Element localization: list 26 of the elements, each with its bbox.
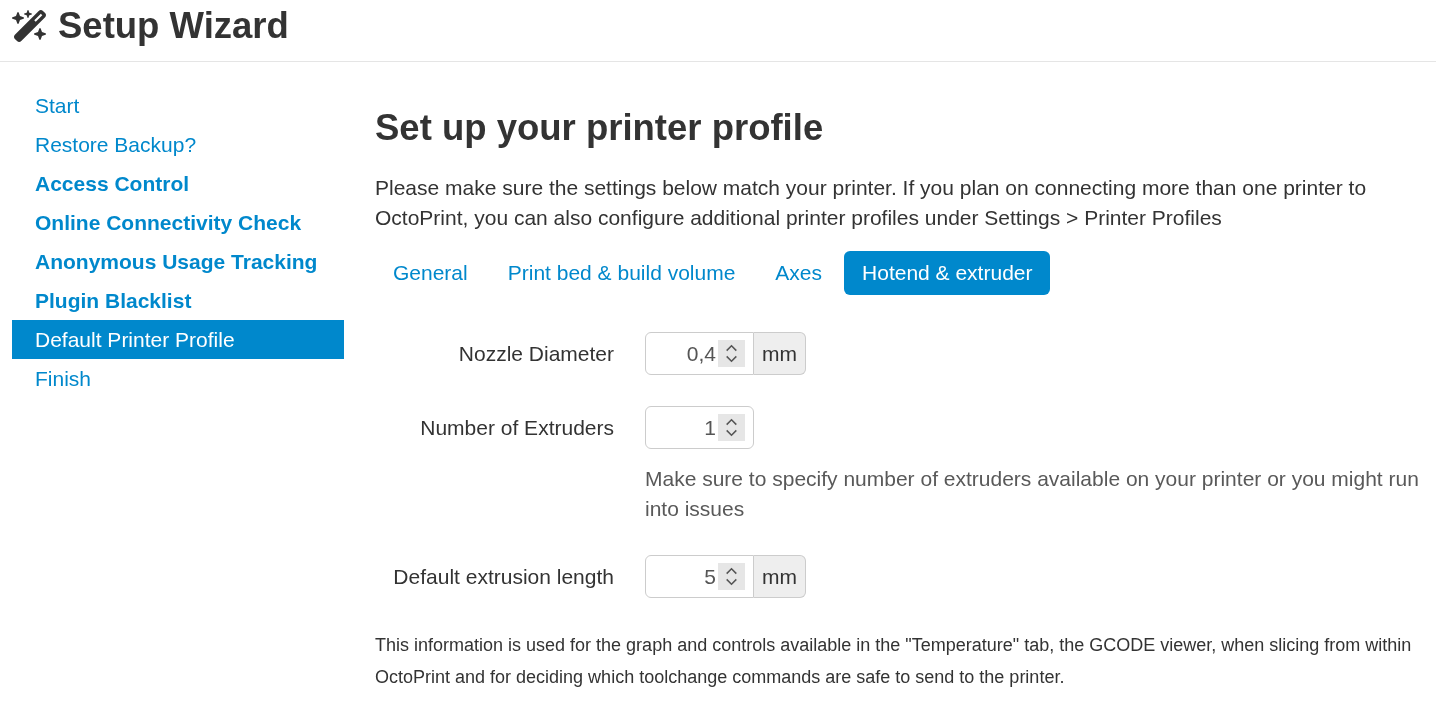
spinner-icon[interactable] (718, 414, 745, 441)
intro-text: Please make sure the settings below match your printer. If you plan on connecting more than one printer to OctoPrint, you can also configure additional printer profiles under Settings > Printer Profiles (375, 175, 1368, 231)
sidebar-item[interactable]: Plugin Blacklist (12, 281, 344, 320)
sidebar-item[interactable]: Online Connectivity Check (12, 203, 344, 242)
sidebar-item[interactable]: Default Printer Profile (12, 320, 344, 359)
info-note: This information is used for the graph and controls available in the "Temperature" tab, the GCODE viewer, when slicing from within OctoPrint and for deciding which toolchange commands are safe to send to the printer. (375, 634, 1413, 689)
help-text: Make sure to specify number of extruders available on your printer or you might run into issues (645, 466, 1420, 522)
tab[interactable]: Axes (757, 251, 841, 295)
unit-addon: mm (754, 555, 806, 598)
spinner-icon[interactable] (718, 340, 745, 367)
tab[interactable]: Hotend & extruder (844, 251, 1051, 295)
field-label: Nozzle Diameter (457, 341, 614, 366)
page-title: Setup Wizard (58, 3, 289, 48)
section-heading: Set up your printer profile (375, 108, 825, 148)
field-label: Number of Extruders (419, 415, 614, 440)
magic-wand-icon (12, 7, 48, 44)
tab[interactable]: General (375, 251, 486, 295)
sidebar-item[interactable]: Restore Backup? (12, 125, 344, 164)
field-label: Default extrusion length (392, 564, 614, 589)
unit-addon: mm (754, 332, 806, 375)
spinner-icon[interactable] (718, 563, 745, 590)
sidebar-item[interactable]: Start (12, 86, 344, 125)
sidebar-item[interactable]: Access Control (12, 164, 344, 203)
sidebar-item[interactable]: Finish (12, 359, 344, 398)
tab[interactable]: Print bed & build volume (489, 251, 754, 295)
sidebar-item[interactable]: Anonymous Usage Tracking (12, 242, 344, 281)
